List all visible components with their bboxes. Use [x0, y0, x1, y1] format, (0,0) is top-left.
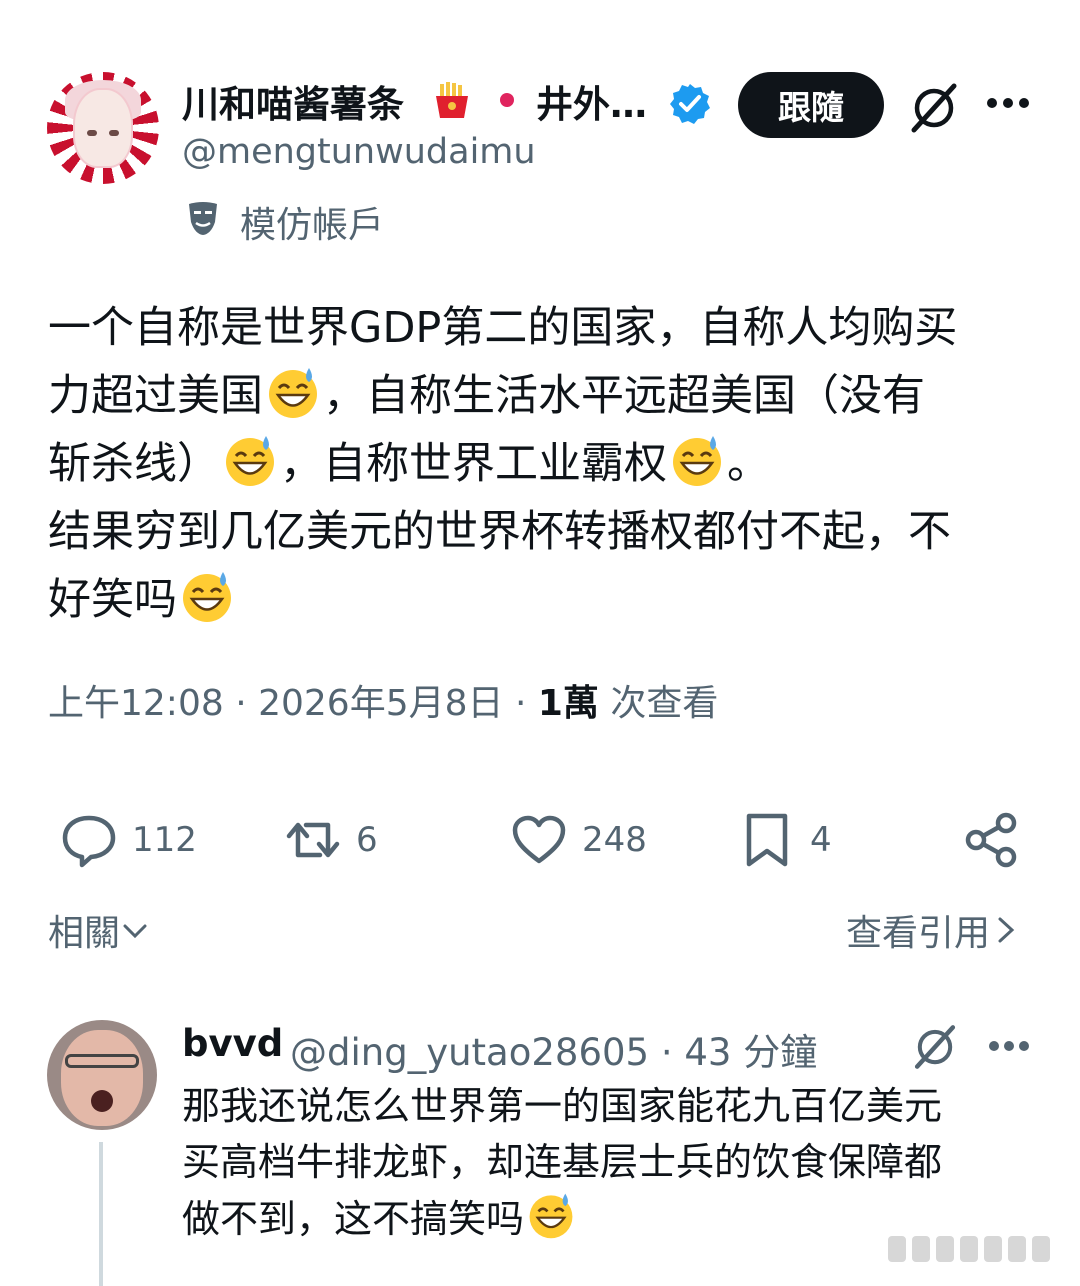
- reply-line: 那我还说怎么世界第一的国家能花九百亿美元: [182, 1078, 1022, 1134]
- more-dots-icon[interactable]: [985, 96, 1031, 110]
- repost-action[interactable]: 6: [284, 808, 378, 872]
- repost-count: 6: [356, 820, 378, 860]
- repost-icon: [286, 822, 340, 858]
- like-count: 248: [582, 820, 647, 860]
- reply-handle-time[interactable]: @ding_yutao28605 · 43 分鐘: [290, 1022, 817, 1076]
- red-dot-icon: [500, 93, 514, 107]
- bookmark-count: 4: [810, 820, 832, 860]
- reply-author-avatar[interactable]: [47, 1020, 157, 1130]
- tweet-text-segment: 力超过美国: [48, 371, 263, 421]
- heart-icon: [512, 815, 566, 864]
- tweet-text-segment: 好笑吗: [48, 575, 177, 625]
- verified-badge-icon[interactable]: [668, 82, 712, 126]
- tweet-line: 好笑吗: [48, 566, 1048, 634]
- reply-count: 112: [132, 820, 197, 860]
- author-display-name[interactable]: 川和喵酱薯条: [182, 74, 404, 128]
- reply-icon: [62, 815, 116, 868]
- avatar-eye-right: [109, 130, 119, 136]
- author-handle[interactable]: @mengtunwudaimu: [182, 132, 536, 172]
- french-fries-icon: [436, 82, 468, 118]
- meta-separator: ·: [223, 683, 259, 724]
- tweet-meta: 上午12:08 · 2026年5月8日 · 1萬 次查看: [48, 674, 718, 726]
- grok-icon[interactable]: [906, 80, 962, 136]
- reply-text-segment: 买高档牛排龙虾，却连基层士兵的饮食保障都: [182, 1140, 943, 1184]
- related-label: 相關: [48, 913, 121, 954]
- reply-text-segment: 那我还说怎么世界第一的国家能花九百亿美元: [182, 1084, 943, 1128]
- tweet-text: 一个自称是世界GDP第二的国家，自称人均购买 力超过美国 ，自称生活水平远超美国（…: [48, 294, 1048, 634]
- grinning-sweat-emoji: [226, 436, 274, 486]
- tweet-line: 一个自称是世界GDP第二的国家，自称人均购买: [48, 294, 1048, 362]
- related-toggle[interactable]: 相關: [48, 904, 150, 956]
- bookmark-action[interactable]: 4: [738, 808, 832, 872]
- tweet-line: 力超过美国 ，自称生活水平远超美国（没有: [48, 362, 1048, 430]
- views-label: 次查看: [598, 683, 719, 724]
- meta-separator: ·: [503, 683, 538, 724]
- views-count: 1萬: [537, 683, 599, 724]
- tweet-text-segment: ，自称生活水平远超美国（没有: [323, 371, 925, 421]
- tweet-text-segment: 一个自称是世界GDP第二的国家，自称人均购买: [48, 303, 958, 353]
- more-dots-icon[interactable]: [988, 1040, 1030, 1052]
- author-display-name-rest[interactable]: 井外…: [536, 74, 647, 128]
- tweet-line: 斩杀线） ，自称世界工业霸权 。: [48, 430, 1048, 498]
- tweet-text-segment: 斩杀线）: [48, 439, 220, 489]
- tweet-time[interactable]: 上午12:08: [48, 683, 224, 724]
- grinning-sweat-emoji: [269, 368, 317, 418]
- reply-action[interactable]: 112: [60, 808, 197, 872]
- tweet-text-segment: 。: [727, 439, 770, 489]
- avatar-eye-left: [87, 130, 97, 136]
- chevron-right-icon: [998, 917, 1015, 943]
- watermark: [888, 1232, 1068, 1266]
- author-avatar[interactable]: [47, 72, 159, 184]
- thread-connector-line: [99, 1142, 103, 1286]
- share-icon: [965, 812, 1017, 868]
- tweet-line: 结果穷到几亿美元的世界杯转播权都付不起，不: [48, 498, 1048, 566]
- view-quotes-link[interactable]: 查看引用: [846, 904, 1020, 956]
- grinning-sweat-emoji: [529, 1193, 573, 1239]
- tweet-date[interactable]: 2026年5月8日: [258, 683, 503, 724]
- bookmark-icon: [746, 813, 788, 867]
- avatar-face: [73, 88, 133, 168]
- tweet-text-segment: 结果穷到几亿美元的世界杯转播权都付不起，不: [48, 507, 951, 557]
- reply-text-segment: 做不到，这不搞笑吗: [182, 1197, 525, 1241]
- like-action[interactable]: 248: [510, 808, 647, 872]
- avatar-glasses: [65, 1054, 139, 1068]
- view-quotes-label: 查看引用: [846, 913, 991, 954]
- grinning-sweat-emoji: [183, 572, 231, 622]
- parody-account-label: 模仿帳戶: [240, 205, 385, 246]
- grok-icon[interactable]: [910, 1022, 960, 1072]
- reply-display-name[interactable]: bvvd: [182, 1022, 283, 1065]
- reply-text: 那我还说怎么世界第一的国家能花九百亿美元 买高档牛排龙虾，却连基层士兵的饮食保障…: [182, 1078, 1022, 1246]
- theater-mask-icon: [189, 202, 217, 235]
- reply-line: 买高档牛排龙虾，却连基层士兵的饮食保障都: [182, 1134, 1022, 1190]
- avatar-mouth: [91, 1090, 113, 1112]
- grinning-sweat-emoji: [673, 436, 721, 486]
- chevron-down-icon: [123, 924, 147, 939]
- share-action[interactable]: [962, 808, 1020, 872]
- follow-button[interactable]: 跟隨: [738, 72, 884, 138]
- tweet-text-segment: ，自称世界工业霸权: [280, 439, 667, 489]
